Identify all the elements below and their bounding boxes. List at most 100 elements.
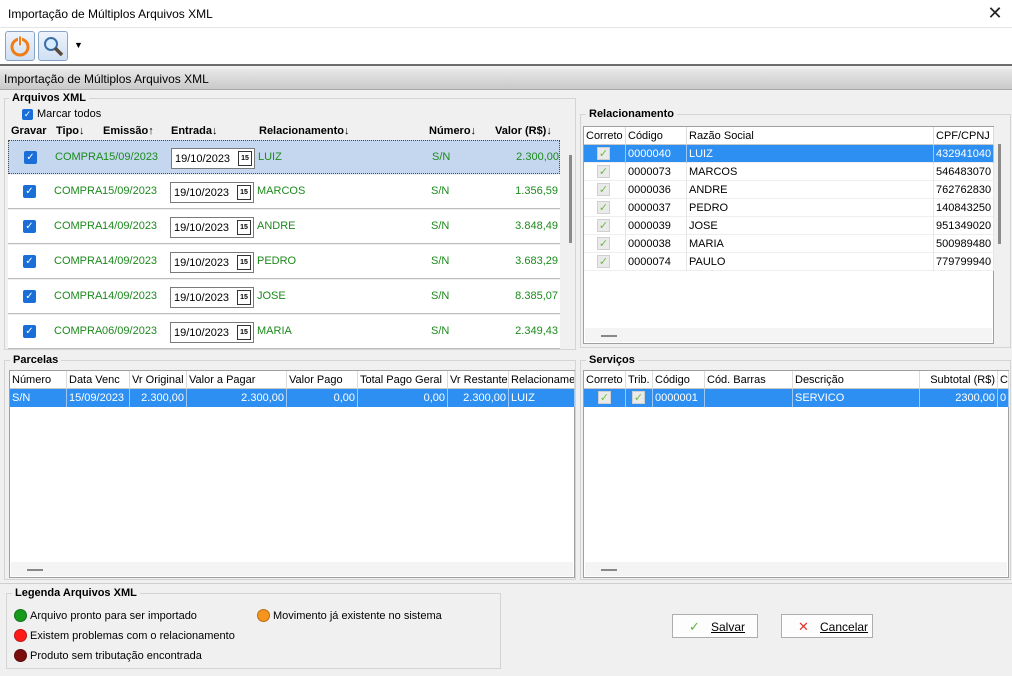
rel-cpf: 432941040 (934, 145, 994, 163)
col-emissao[interactable]: Emissão↑ (103, 125, 154, 137)
servicos-grid: Correto Trib. Código Cód. Barras Descriç… (583, 370, 1009, 578)
entrada-date-input[interactable]: 19/10/2023 15 (170, 322, 254, 343)
col-valor[interactable]: Valor (R$)↓ (495, 125, 552, 137)
parcela-data-venc: 15/09/2023 (67, 389, 130, 407)
relacionamento-row[interactable]: ✓ 0000073 MARCOS 546483070 (584, 163, 994, 181)
gravar-checkbox[interactable]: ✓ (24, 151, 37, 164)
serv-col-correto[interactable]: Correto (584, 371, 626, 389)
parcelas-grid: Número Data Venc Vr Original Valor a Pag… (9, 370, 575, 578)
gravar-checkbox[interactable]: ✓ (23, 325, 36, 338)
rel-razao: ANDRE (687, 181, 934, 199)
search-button[interactable] (38, 31, 68, 61)
parc-col-valor-pago[interactable]: Valor Pago (287, 371, 358, 389)
file-row[interactable]: ✓ COMPRA 15/09/2023 MARCOS S/N 1.356,59 19/10/… (8, 175, 560, 209)
relacionamento-row[interactable]: ✓ 0000037 PEDRO 140843250 (584, 199, 994, 217)
rel-correto[interactable]: ✓ (584, 253, 626, 271)
calendar-icon[interactable]: 15 (237, 290, 251, 305)
rel-correto[interactable]: ✓ (584, 145, 626, 163)
file-row[interactable]: ✓ COMPRA 14/09/2023 ANDRE S/N 3.848,49 19/10/2… (8, 210, 560, 244)
cancel-button[interactable]: ✕ Cancelar (781, 614, 873, 638)
parcelas-hscroll[interactable] (11, 562, 573, 576)
parc-col-valor-pagar[interactable]: Valor a Pagar (187, 371, 287, 389)
col-gravar[interactable]: Gravar (11, 125, 46, 137)
servico-row[interactable]: ✓ ✓ 0000001 SERVICO 2300,00 0 (584, 389, 1009, 407)
file-emissao: 14/09/2023 (102, 255, 158, 267)
marcar-todos-checkbox[interactable]: ✓ (22, 109, 33, 120)
relacionamento-row[interactable]: ✓ 0000039 JOSE 951349020 (584, 217, 994, 235)
rel-col-codigo[interactable]: Código (626, 127, 687, 145)
entrada-date-input[interactable]: 19/10/2023 15 (170, 252, 254, 273)
parc-col-numero[interactable]: Número (10, 371, 67, 389)
col-relacionamento[interactable]: Relacionamento↓ (259, 125, 349, 137)
servicos-hscroll[interactable] (585, 562, 1007, 576)
parc-col-data-venc[interactable]: Data Venc (67, 371, 130, 389)
gravar-checkbox[interactable]: ✓ (23, 220, 36, 233)
file-row[interactable]: ✓ COMPRA 06/09/2023 MARIA S/N 2.349,43 19/10/2… (8, 315, 560, 349)
rel-correto[interactable]: ✓ (584, 181, 626, 199)
entrada-date-input[interactable]: 19/10/2023 15 (170, 217, 254, 238)
calendar-icon[interactable]: 15 (237, 255, 251, 270)
serv-col-cod-barras[interactable]: Cód. Barras (705, 371, 793, 389)
file-numero: S/N (431, 290, 450, 302)
relacionamento-row[interactable]: ✓ 0000038 MARIA 500989480 (584, 235, 994, 253)
chevron-down-icon[interactable]: ▼ (74, 40, 83, 50)
servico-c: 0 (998, 389, 1009, 407)
rel-hscroll[interactable] (585, 328, 992, 342)
serv-col-subtotal[interactable]: Subtotal (R$) (920, 371, 998, 389)
file-valor: 3.848,49 (515, 220, 558, 232)
rel-correto[interactable]: ✓ (584, 199, 626, 217)
col-entrada[interactable]: Entrada↓ (171, 125, 217, 137)
window-title: Importação de Múltiplos Arquivos XML (8, 7, 213, 21)
save-button[interactable]: ✓ Salvar (672, 614, 758, 638)
entrada-date-input[interactable]: 19/10/2023 15 (170, 287, 254, 308)
serv-col-c[interactable]: C (998, 371, 1009, 389)
calendar-icon[interactable]: 15 (237, 220, 251, 235)
check-icon: ✓ (597, 255, 610, 268)
rel-col-correto[interactable]: Correto (584, 127, 626, 145)
close-icon[interactable]: ✕ (984, 3, 1006, 25)
parcela-total-pago: 0,00 (358, 389, 448, 407)
relacionamento-row[interactable]: ✓ 0000040 LUIZ 432941040 (584, 145, 994, 163)
parcela-valor-pago: 0,00 (287, 389, 358, 407)
rel-razao: MARIA (687, 235, 934, 253)
parc-col-total-pago[interactable]: Total Pago Geral (358, 371, 448, 389)
gravar-checkbox[interactable]: ✓ (23, 290, 36, 303)
col-numero[interactable]: Número↓ (429, 125, 476, 137)
servico-cod-barras (705, 389, 793, 407)
file-numero: S/N (431, 255, 450, 267)
rel-cpf: 500989480 (934, 235, 994, 253)
entrada-date-input[interactable]: 19/10/2023 15 (170, 182, 254, 203)
rel-correto[interactable]: ✓ (584, 235, 626, 253)
serv-col-trib[interactable]: Trib. (626, 371, 653, 389)
parc-col-vr-original[interactable]: Vr Original (130, 371, 187, 389)
entrada-date-input[interactable]: 19/10/2023 15 (171, 148, 255, 169)
parc-col-relacionamento[interactable]: Relacionamen (509, 371, 575, 389)
rel-correto[interactable]: ✓ (584, 217, 626, 235)
check-icon: ✓ (597, 165, 610, 178)
parc-col-vr-restante[interactable]: Vr Restante (448, 371, 509, 389)
calendar-icon[interactable]: 15 (238, 151, 252, 166)
entrada-date-value: 19/10/2023 (174, 292, 230, 304)
file-row[interactable]: ✓ COMPRA 14/09/2023 PEDRO S/N 3.683,29 19/10/2… (8, 245, 560, 279)
relacionamento-row[interactable]: ✓ 0000036 ANDRE 762762830 (584, 181, 994, 199)
file-row[interactable]: ✓ COMPRA 14/09/2023 JOSE S/N 8.385,07 19/10/20… (8, 280, 560, 314)
relacionamento-row[interactable]: ✓ 0000074 PAULO 779799940 (584, 253, 994, 271)
power-button[interactable] (5, 31, 35, 61)
parcelas-title: Parcelas (10, 354, 62, 366)
gravar-checkbox[interactable]: ✓ (23, 255, 36, 268)
file-row[interactable]: ✓ COMPRA 15/09/2023 LUIZ S/N 2.300,00 19/10/20… (8, 140, 560, 174)
file-list-scrollbar[interactable] (569, 155, 572, 243)
serv-col-codigo[interactable]: Código (653, 371, 705, 389)
col-tipo[interactable]: Tipo↓ (56, 125, 85, 137)
calendar-icon[interactable]: 15 (237, 325, 251, 340)
calendar-icon[interactable]: 15 (237, 185, 251, 200)
servico-correto[interactable]: ✓ (584, 389, 626, 407)
parcela-row[interactable]: S/N 15/09/2023 2.300,00 2.300,00 0,00 0,… (10, 389, 575, 407)
rel-col-razao[interactable]: Razão Social (687, 127, 934, 145)
rel-correto[interactable]: ✓ (584, 163, 626, 181)
gravar-checkbox[interactable]: ✓ (23, 185, 36, 198)
serv-col-descricao[interactable]: Descrição (793, 371, 920, 389)
servico-trib[interactable]: ✓ (626, 389, 653, 407)
rel-vscroll[interactable] (998, 144, 1001, 244)
rel-col-cpf[interactable]: CPF/CPNJ (934, 127, 994, 145)
